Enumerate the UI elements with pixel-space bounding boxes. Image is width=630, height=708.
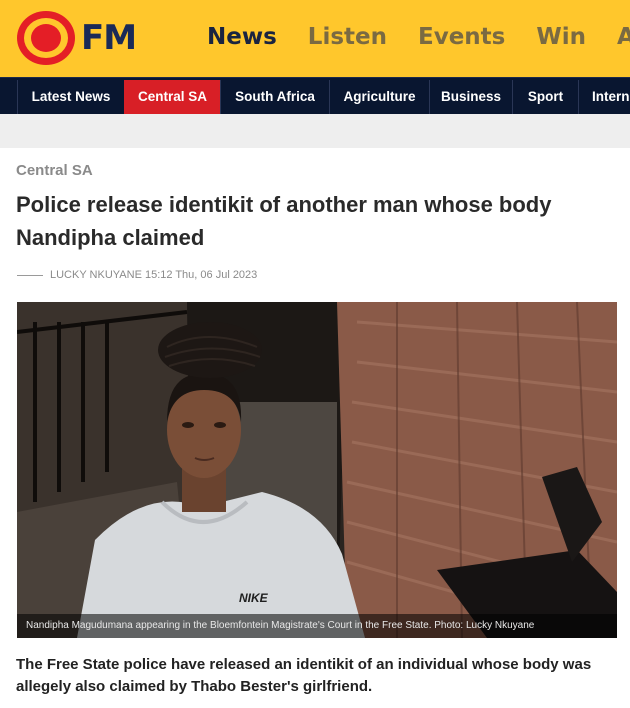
main-nav: News Listen Events Win Adv <box>207 24 630 50</box>
category-latest-news[interactable]: Latest News <box>17 80 124 114</box>
photo-illustration: NIKE <box>17 302 617 638</box>
logo-text: FM <box>81 18 137 58</box>
photo-caption: Nandipha Magudumana appearing in the Blo… <box>17 614 617 638</box>
category-business[interactable]: Business <box>429 80 512 114</box>
main-nav-news[interactable]: News <box>207 24 277 50</box>
main-nav-win[interactable]: Win <box>536 24 586 50</box>
category-agriculture[interactable]: Agriculture <box>329 80 429 114</box>
svg-text:NIKE: NIKE <box>239 591 269 605</box>
logo-o-mark <box>17 11 75 65</box>
main-nav-listen[interactable]: Listen <box>308 24 387 50</box>
site-header: FM News Listen Events Win Adv <box>0 0 630 77</box>
main-nav-advertise[interactable]: Adv <box>617 24 630 50</box>
byline-text: LUCKY NKUYANE 15:12 Thu, 06 Jul 2023 <box>50 269 258 281</box>
article-lead: The Free State police have released an i… <box>16 656 592 695</box>
article-card: Central SA Police release identikit of a… <box>0 148 630 708</box>
category-south-africa[interactable]: South Africa <box>220 80 329 114</box>
main-nav-events[interactable]: Events <box>418 24 505 50</box>
category-international[interactable]: Intern <box>578 80 630 114</box>
byline-divider <box>17 274 43 276</box>
category-nav: Latest News Central SA South Africa Agri… <box>0 77 630 114</box>
ofm-logo[interactable]: FM <box>17 10 137 66</box>
article-headline: Police release identikit of another man … <box>16 192 552 250</box>
category-sport[interactable]: Sport <box>512 80 578 114</box>
category-central-sa[interactable]: Central SA <box>124 80 220 114</box>
article-category[interactable]: Central SA <box>16 162 93 179</box>
article-photo[interactable]: NIKE Nandipha Magudumana appearing in th… <box>17 302 617 638</box>
article-byline: LUCKY NKUYANE 15:12 Thu, 06 Jul 2023 <box>17 269 257 281</box>
